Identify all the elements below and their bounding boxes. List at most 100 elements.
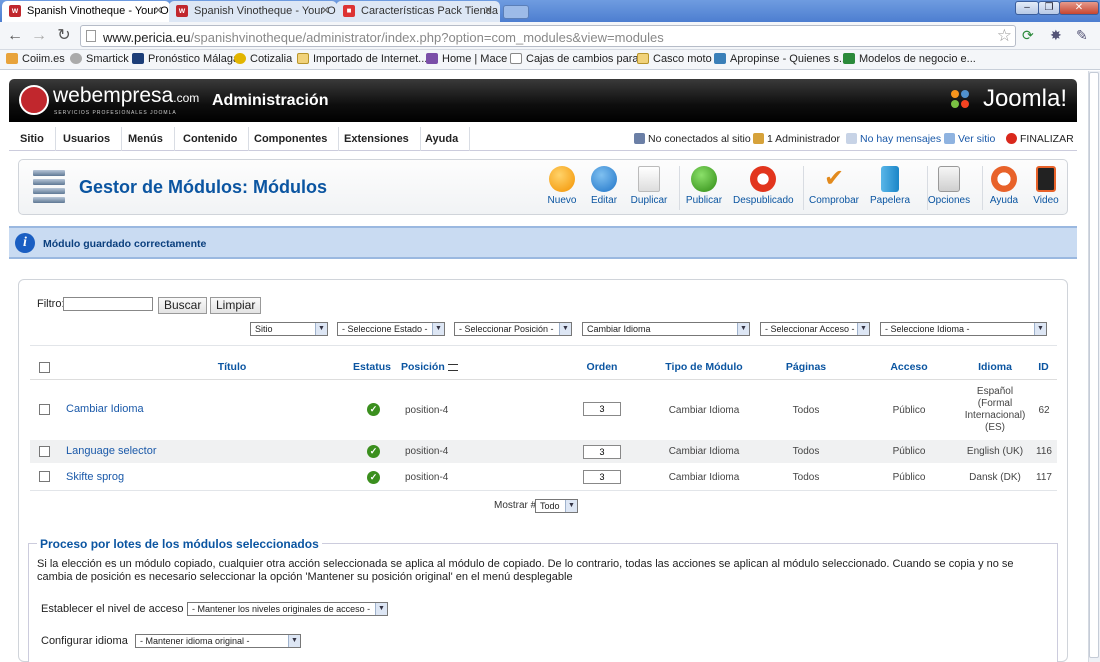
order-input[interactable] <box>583 402 621 416</box>
row-checkbox[interactable] <box>39 446 50 457</box>
select-all-checkbox[interactable] <box>39 362 50 373</box>
client-select[interactable]: Sitio ▼ <box>250 322 328 336</box>
close-tab-icon[interactable]: ✕ <box>321 4 330 17</box>
batch-language-select[interactable]: - Mantener idioma original - ▼ <box>135 634 301 648</box>
options-icon <box>938 166 960 192</box>
bookmark-label: Home | Mace <box>442 53 508 65</box>
close-tab-icon[interactable]: ✕ <box>154 4 163 17</box>
column-status[interactable]: Estatus <box>348 361 396 373</box>
publish-button[interactable]: Publicar <box>674 166 734 206</box>
show-count-select[interactable]: Todo ▼ <box>535 499 578 513</box>
state-select[interactable]: - Seleccione Estado - ▼ <box>337 322 445 336</box>
order-input[interactable] <box>583 445 621 459</box>
column-pages[interactable]: Páginas <box>756 361 856 373</box>
menu-sitio[interactable]: Sitio <box>9 127 56 151</box>
browser-tab[interactable]: ■ Características Pack Tienda - ✕ <box>336 1 500 22</box>
close-tab-icon[interactable]: ✕ <box>484 4 493 17</box>
minimize-button[interactable]: – <box>1015 1 1039 15</box>
bookmark-star-icon[interactable]: ☆ <box>997 26 1012 46</box>
bookmark-folder[interactable]: Casco moto <box>637 53 712 65</box>
page-favicon: ■ <box>343 5 355 17</box>
browser-tab[interactable]: w Spanish Vinotheque - Your Or ✕ <box>169 1 337 22</box>
close-window-button[interactable]: ✕ <box>1059 1 1099 15</box>
settings-icon[interactable]: ✸ <box>1050 27 1062 44</box>
admin-header: webempresa.com SERVICIOS PROFESIONALES J… <box>9 79 1077 122</box>
bookmark-folder[interactable]: Importado de Internet... <box>297 53 427 65</box>
published-check-icon[interactable]: ✓ <box>367 445 380 458</box>
clear-button[interactable]: Limpiar <box>210 297 262 314</box>
module-type-select[interactable]: Cambiar Idioma ▼ <box>582 322 750 336</box>
video-button[interactable]: Video <box>1015 166 1077 206</box>
bookmark-item[interactable]: Home | Mace <box>426 53 507 65</box>
filter-label: Filtro: <box>37 298 65 310</box>
maximize-button[interactable]: ❐ <box>1038 1 1060 15</box>
back-arrow-icon[interactable]: ← <box>6 26 24 46</box>
module-title-link[interactable]: Skifte sprog <box>66 471 124 483</box>
messages-link[interactable]: No hay mensajes <box>846 133 941 145</box>
chevron-down-icon: ▼ <box>288 635 300 647</box>
wrench-icon[interactable]: ✎ <box>1076 27 1088 44</box>
column-module-type[interactable]: Tipo de Módulo <box>654 361 754 373</box>
bookmark-item[interactable]: Pronóstico Málaga <box>132 53 239 65</box>
view-site-link[interactable]: Ver sitio <box>944 133 995 145</box>
position-select[interactable]: - Seleccionar Posición - ▼ <box>454 322 572 336</box>
bookmark-label: Cotizalia <box>250 53 293 65</box>
language-select[interactable]: - Seleccione Idioma - ▼ <box>880 322 1047 336</box>
bookmark-item[interactable]: Coiim.es <box>6 53 65 65</box>
bookmark-item[interactable]: Cotizalia <box>234 53 292 65</box>
new-tab-button[interactable] <box>503 5 529 19</box>
bookmark-item[interactable]: Smartick <box>70 53 129 65</box>
address-bar[interactable]: www.pericia.eu/spanishvinotheque/adminis… <box>80 25 1016 47</box>
options-button[interactable]: Opciones <box>919 166 979 206</box>
table-row: Skifte sprog ✓ position-4 Cambiar Idioma… <box>30 465 1057 490</box>
bookmark-favicon <box>714 53 726 64</box>
menu-extensiones[interactable]: Extensiones <box>333 127 421 151</box>
toolbar-box: Gestor de Módulos: Módulos Nuevo Editar … <box>18 159 1068 215</box>
bookmark-item[interactable]: Modelos de negocio e... <box>843 53 976 65</box>
module-title-link[interactable]: Cambiar Idioma <box>66 403 144 415</box>
bookmarks-bar: Coiim.es Smartick Pronóstico Málaga Coti… <box>0 50 1100 70</box>
checkin-button[interactable]: ✔ Comprobar <box>804 166 864 207</box>
extension-icon[interactable]: ⟳ <box>1022 27 1034 44</box>
column-id[interactable]: ID <box>1030 361 1057 373</box>
published-check-icon[interactable]: ✓ <box>367 403 380 416</box>
access-value: Público <box>892 446 926 457</box>
browser-tab-active[interactable]: w Spanish Vinotheque - Your Or ✕ <box>2 1 170 22</box>
divider <box>30 490 1057 491</box>
url-text[interactable]: www.pericia.eu/spanishvinotheque/adminis… <box>103 30 664 45</box>
menu-componentes[interactable]: Componentes <box>243 127 340 151</box>
scrollbar-thumb[interactable] <box>1089 72 1099 658</box>
check-icon <box>691 166 717 192</box>
row-checkbox[interactable] <box>39 404 50 415</box>
menu-menus[interactable]: Menús <box>117 127 175 151</box>
access-select[interactable]: - Seleccionar Acceso - ▼ <box>760 322 870 336</box>
column-title[interactable]: Título <box>90 361 374 373</box>
published-check-icon[interactable]: ✓ <box>367 471 380 484</box>
module-title-link[interactable]: Language selector <box>66 445 157 457</box>
row-checkbox[interactable] <box>39 471 50 482</box>
chevron-down-icon: ▼ <box>857 323 869 335</box>
search-button[interactable]: Buscar <box>158 297 208 314</box>
menu-ayuda[interactable]: Ayuda <box>414 127 471 151</box>
trash-button[interactable]: Papelera <box>860 166 920 206</box>
chevron-down-icon: ▼ <box>559 323 571 335</box>
column-language[interactable]: Idioma <box>960 361 1030 373</box>
order-input[interactable] <box>583 470 621 484</box>
menu-contenido[interactable]: Contenido <box>172 127 250 151</box>
unpublish-button[interactable]: Despublicado <box>733 166 794 206</box>
batch-access-select[interactable]: - Mantener los niveles originales de acc… <box>187 602 388 616</box>
menu-usuarios[interactable]: Usuarios <box>52 127 123 151</box>
bookmark-item[interactable]: Cajas de cambios para... <box>510 53 648 65</box>
duplicate-button[interactable]: Duplicar <box>619 166 679 206</box>
column-order[interactable]: Orden <box>551 361 653 373</box>
reload-icon[interactable]: ↻ <box>55 26 73 46</box>
forward-arrow-icon[interactable]: → <box>30 26 48 46</box>
filter-search-input[interactable] <box>63 297 153 311</box>
address-toolbar: ← → ↻ www.pericia.eu/spanishvinotheque/a… <box>0 22 1100 50</box>
column-position[interactable]: Posición <box>401 361 458 373</box>
bookmark-item[interactable]: Apropinse - Quienes s... <box>714 53 848 65</box>
button-label: Nuevo <box>547 195 577 206</box>
column-access[interactable]: Acceso <box>858 361 960 373</box>
position-value: position-4 <box>405 472 449 483</box>
logout-link[interactable]: FINALIZAR <box>1006 133 1074 145</box>
